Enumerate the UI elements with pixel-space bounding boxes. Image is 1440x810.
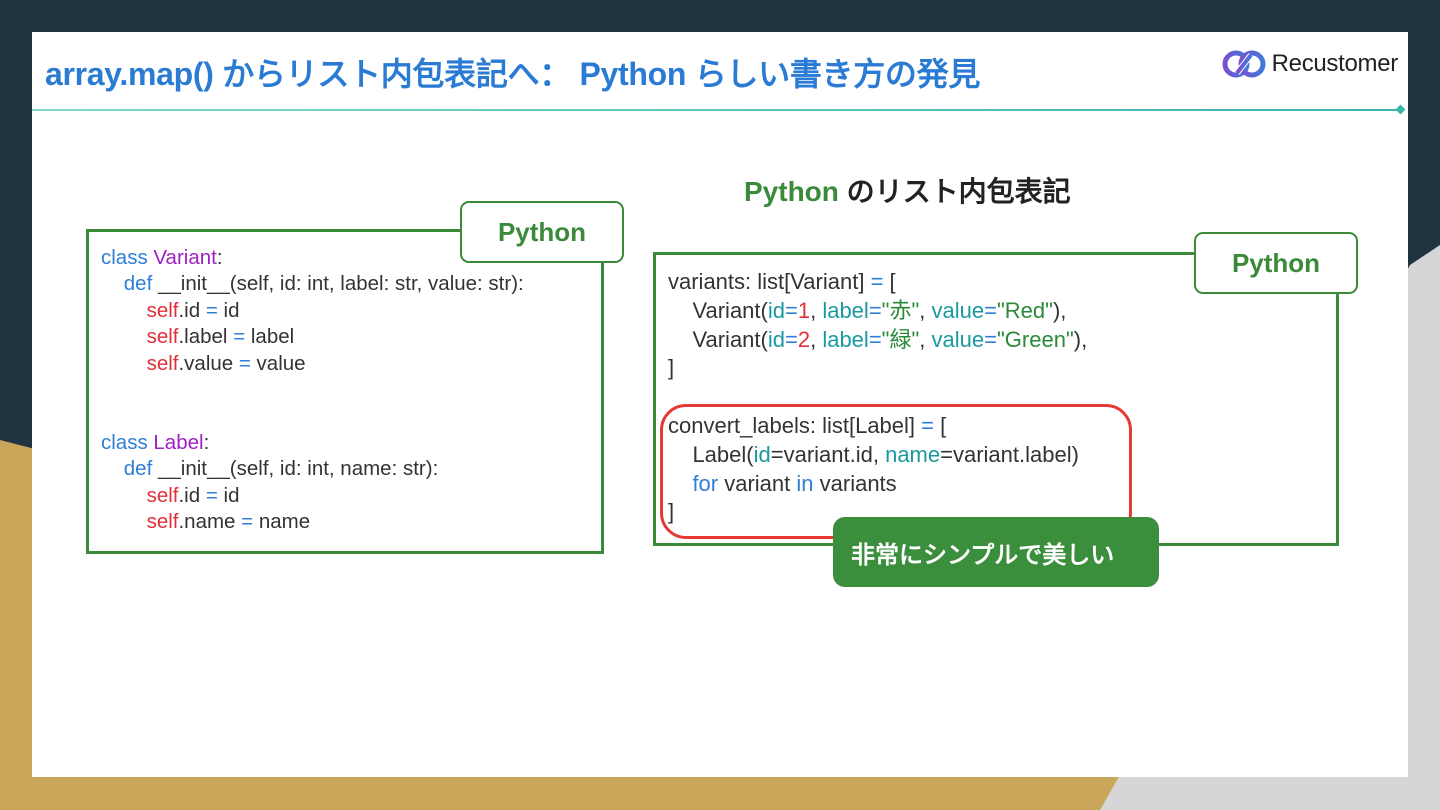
code-token: , <box>919 326 932 352</box>
code-line: def __init__(self, id: int, label: str, … <box>101 271 524 297</box>
code-token: def <box>101 457 158 481</box>
code-token: variants: list[Variant] <box>668 269 871 294</box>
code-token: ), <box>1052 297 1067 323</box>
code-token: .label <box>178 325 234 349</box>
code-token: 2 <box>797 326 811 352</box>
code-token: __init__(self, id: int, name: str): <box>157 457 439 481</box>
code-token: self <box>101 351 179 375</box>
code-token: "Green" <box>996 326 1074 352</box>
code-token: ), <box>1073 326 1088 352</box>
code-token: def <box>101 272 158 296</box>
recustomer-logo-icon <box>1222 50 1266 78</box>
left-code-block: class Variant: def __init__(self, id: in… <box>101 245 524 535</box>
code-token: ] <box>668 355 675 381</box>
code-token: id <box>217 298 240 322</box>
code-token: , <box>810 297 823 323</box>
right-python-tag: Python <box>1194 232 1358 294</box>
code-token: : <box>216 246 223 269</box>
code-token: value <box>931 326 985 352</box>
code-token: id <box>217 483 240 507</box>
code-token: = <box>868 297 882 323</box>
code-line: variants: list[Variant] = [ <box>668 268 1087 297</box>
code-token: self <box>101 298 179 322</box>
code-token: name <box>253 510 311 534</box>
code-token: 1 <box>797 297 811 323</box>
code-line: self.id = id <box>101 298 524 324</box>
code-token: = <box>241 510 254 534</box>
callout-simple-beautiful: 非常にシンプルで美しい <box>833 517 1159 587</box>
code-token: Label <box>153 430 204 454</box>
logo-text: Recustomer <box>1271 50 1399 77</box>
code-line: ] <box>668 354 1087 383</box>
code-token: class <box>101 430 154 454</box>
code-line: self.label = label <box>101 324 524 350</box>
code-token: __init__(self, id: int, label: str, valu… <box>157 272 524 296</box>
code-line: self.name = name <box>101 509 524 535</box>
code-token: = <box>233 325 246 349</box>
code-token: label <box>822 297 869 323</box>
code-token: label <box>245 325 295 349</box>
code-token: .id <box>178 483 206 507</box>
code-line: def __init__(self, id: int, name: str): <box>101 456 524 482</box>
left-python-tag: Python <box>460 201 624 263</box>
code-token: self <box>101 483 179 507</box>
code-token: = <box>238 351 251 375</box>
code-token: .name <box>178 510 242 534</box>
code-token: id <box>767 326 785 352</box>
code-token: self <box>101 510 179 534</box>
code-token: "Red" <box>996 297 1053 323</box>
code-token: Variant( <box>668 326 768 352</box>
code-line: Variant(id=1, label="赤", value="Red"), <box>668 297 1087 326</box>
title-divider <box>32 109 1400 111</box>
code-line <box>101 403 524 429</box>
code-token: label <box>822 326 869 352</box>
code-token: "赤" <box>881 297 920 323</box>
code-token: self <box>101 325 179 349</box>
code-token: , <box>919 297 932 323</box>
code-token: = <box>205 298 218 322</box>
code-token: , <box>810 326 823 352</box>
code-token: = <box>205 483 218 507</box>
section-title-accent: Python <box>744 176 839 207</box>
code-token: = <box>784 326 798 352</box>
code-token: = <box>984 326 997 352</box>
code-line: self.id = id <box>101 483 524 509</box>
slide-title: array.map() からリスト内包表記へ： Python らしい書き方の発見 <box>45 56 981 92</box>
code-token: value <box>250 351 306 375</box>
code-token: = <box>984 297 997 323</box>
code-line: self.value = value <box>101 351 524 377</box>
code-token: Variant <box>153 246 217 269</box>
title-divider-dot <box>1395 104 1406 115</box>
code-token: .value <box>178 351 239 375</box>
section-title-rest: のリスト内包表記 <box>838 176 1071 207</box>
logo: Recustomer <box>1222 49 1398 79</box>
code-token: value <box>931 297 985 323</box>
code-token: "緑" <box>881 326 920 352</box>
code-line <box>101 377 524 403</box>
code-token: class <box>101 246 154 269</box>
code-line: Variant(id=2, label="緑", value="Green"), <box>668 326 1087 355</box>
code-token: = <box>868 326 882 352</box>
code-token: [ <box>883 269 896 294</box>
code-token: .id <box>178 298 206 322</box>
section-title: Python のリスト内包表記 <box>744 170 1071 210</box>
code-token: = <box>784 297 798 323</box>
slide: array.map() からリスト内包表記へ： Python らしい書き方の発見… <box>32 32 1408 777</box>
code-line: class Label: <box>101 430 524 456</box>
code-token: Variant( <box>668 297 768 323</box>
code-token: id <box>767 297 785 323</box>
code-token: = <box>870 269 884 294</box>
code-token: : <box>203 430 210 454</box>
